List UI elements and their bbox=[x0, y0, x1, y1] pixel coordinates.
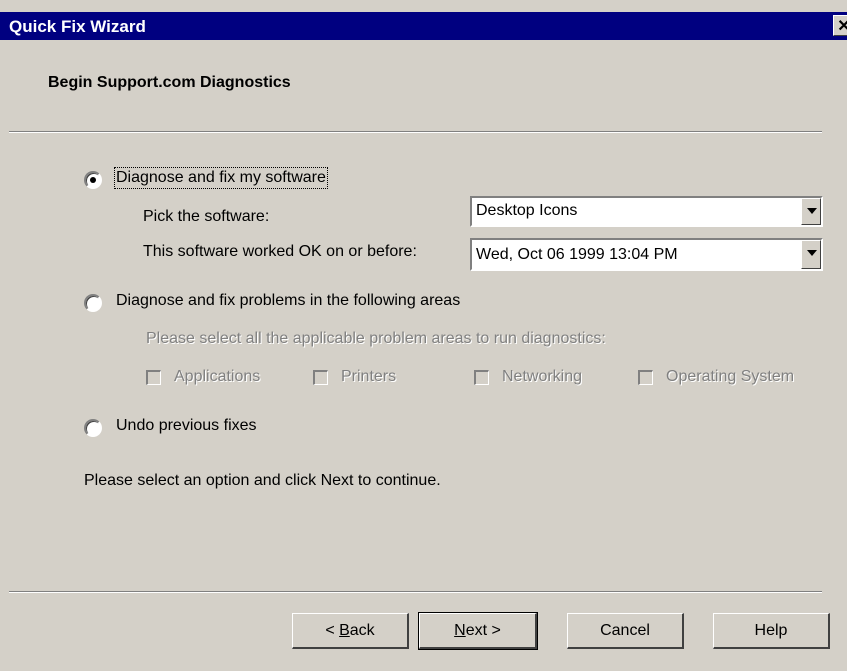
checkbox-label: Applications bbox=[174, 368, 261, 385]
chevron-down-icon[interactable] bbox=[801, 198, 821, 225]
checkbox-box[interactable] bbox=[313, 370, 328, 385]
worked-ok-date-label: This software worked OK on or before: bbox=[143, 243, 417, 260]
checkbox-label: Networking bbox=[502, 368, 583, 385]
radio-button[interactable] bbox=[84, 294, 102, 312]
title-bar[interactable]: Quick Fix Wizard ✕ bbox=[0, 12, 847, 40]
back-prefix: < bbox=[325, 622, 340, 639]
radio-label[interactable]: Undo previous fixes bbox=[116, 417, 257, 435]
next-label-rest: ext > bbox=[465, 622, 501, 639]
help-button[interactable]: Help bbox=[713, 613, 830, 649]
checkbox-label: Printers bbox=[341, 368, 397, 385]
radio-button[interactable] bbox=[84, 171, 102, 189]
checkbox-box[interactable] bbox=[146, 370, 161, 385]
back-button[interactable]: < Back bbox=[292, 613, 409, 649]
page-title: Begin Support.com Diagnostics bbox=[48, 74, 291, 91]
next-mnemonic: N bbox=[454, 622, 466, 639]
areas-instruction: Please select all the applicable problem… bbox=[146, 330, 606, 347]
window-title: Quick Fix Wizard bbox=[9, 17, 146, 36]
next-button[interactable]: Next > bbox=[418, 612, 538, 650]
cancel-button[interactable]: Cancel bbox=[567, 613, 684, 649]
checkbox-box[interactable] bbox=[638, 370, 653, 385]
footer-divider bbox=[9, 591, 822, 593]
radio-button[interactable] bbox=[84, 419, 102, 437]
date-select[interactable]: Wed, Oct 06 1999 13:04 PM bbox=[470, 238, 823, 271]
close-icon[interactable]: ✕ bbox=[833, 15, 847, 36]
radio-label[interactable]: Diagnose and fix my software bbox=[114, 167, 328, 189]
back-mnemonic: B bbox=[339, 622, 350, 639]
pick-software-label: Pick the software: bbox=[143, 208, 270, 225]
radio-selected-dot bbox=[90, 177, 96, 183]
header-divider bbox=[9, 131, 822, 133]
back-label-rest: ack bbox=[349, 622, 375, 639]
instruction-text: Please select an option and click Next t… bbox=[84, 472, 441, 489]
chevron-down-icon[interactable] bbox=[801, 240, 821, 269]
software-select[interactable]: Desktop Icons bbox=[470, 196, 823, 227]
checkbox-label: Operating System bbox=[666, 368, 795, 385]
date-select-value: Wed, Oct 06 1999 13:04 PM bbox=[476, 246, 678, 263]
software-select-value: Desktop Icons bbox=[476, 202, 578, 219]
checkbox-box[interactable] bbox=[474, 370, 489, 385]
radio-label[interactable]: Diagnose and fix problems in the followi… bbox=[116, 292, 460, 310]
